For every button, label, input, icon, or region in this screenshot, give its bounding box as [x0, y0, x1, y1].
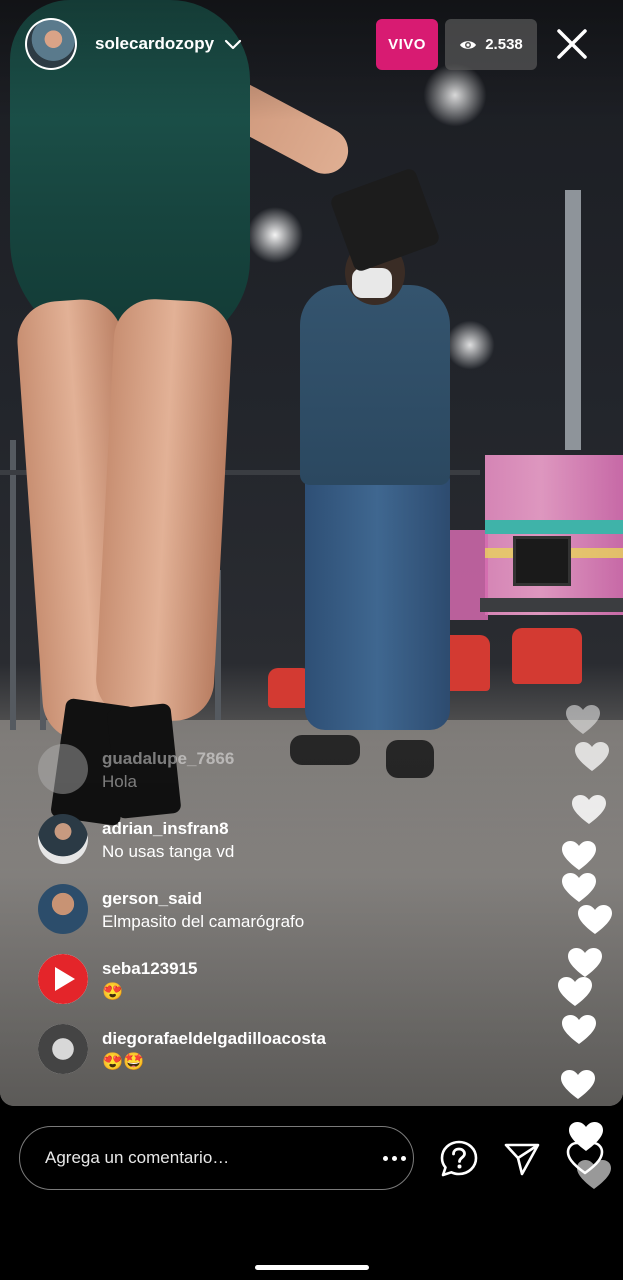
- viewer-count-badge[interactable]: 2.538: [445, 19, 537, 70]
- cameraman-jeans: [305, 470, 450, 730]
- comment-input[interactable]: Agrega un comentario…: [19, 1126, 414, 1190]
- set-wall: [485, 455, 623, 615]
- comment-username[interactable]: diegorafaeldelgadilloacosta: [102, 1028, 326, 1050]
- set-stripe: [485, 520, 623, 534]
- live-badge: VIVO: [376, 19, 438, 70]
- leg: [94, 297, 234, 723]
- cameraman-shirt: [300, 285, 450, 485]
- question-icon[interactable]: [439, 1139, 479, 1179]
- studio-monitor: [513, 536, 571, 586]
- floating-heart-icon: [575, 742, 609, 771]
- comment-item[interactable]: seba123915 😍: [38, 954, 508, 1024]
- floating-heart-icon: [562, 1015, 596, 1044]
- floating-heart-icon: [566, 705, 600, 734]
- floating-heart-icon: [572, 795, 606, 824]
- home-indicator[interactable]: [255, 1265, 369, 1270]
- floating-heart-icon: [562, 873, 596, 902]
- comment-item[interactable]: diegorafaeldelgadilloacosta 😍🤩: [38, 1024, 508, 1094]
- broadcaster-username[interactable]: solecardozopy: [95, 34, 214, 54]
- comment-text: 😍🤩: [102, 1052, 145, 1071]
- heart-icon[interactable]: [565, 1139, 605, 1179]
- comment-username[interactable]: guadalupe_7866: [102, 748, 234, 770]
- comment-text: Elmpasito del camarógrafo: [102, 912, 305, 931]
- commenter-avatar[interactable]: [38, 1024, 88, 1074]
- live-comments-list: guadalupe_7866 Hola adrian_insfran8 No u…: [38, 744, 508, 1094]
- floating-heart-icon: [568, 948, 602, 977]
- floating-heart-icon: [561, 1070, 595, 1099]
- video-camera: [329, 167, 441, 273]
- comment-username[interactable]: adrian_insfran8: [102, 818, 234, 840]
- eye-icon: [460, 40, 477, 49]
- more-options-icon[interactable]: [377, 1145, 411, 1171]
- play-icon: [55, 967, 75, 991]
- comment-text: Hola: [102, 772, 137, 791]
- commenter-avatar[interactable]: [38, 954, 88, 1004]
- floating-heart-icon: [562, 841, 596, 870]
- commenter-avatar[interactable]: [38, 884, 88, 934]
- comment-placeholder: Agrega un comentario…: [45, 1148, 230, 1167]
- comment-text: No usas tanga vd: [102, 842, 235, 861]
- commenter-avatar[interactable]: [38, 814, 88, 864]
- send-icon[interactable]: [502, 1139, 542, 1179]
- floating-heart-icon: [578, 905, 612, 934]
- close-icon[interactable]: [552, 24, 592, 64]
- studio-desk: [480, 598, 623, 612]
- comment-username[interactable]: gerson_said: [102, 888, 304, 910]
- red-chair: [512, 628, 582, 684]
- profile-avatar[interactable]: [25, 18, 77, 70]
- comment-text: 😍: [102, 982, 124, 1001]
- comment-item[interactable]: guadalupe_7866 Hola: [38, 744, 508, 814]
- light-rig: [10, 440, 16, 730]
- cameraman-mask: [352, 268, 392, 298]
- comment-item[interactable]: adrian_insfran8 No usas tanga vd: [38, 814, 508, 884]
- comment-item[interactable]: gerson_said Elmpasito del camarógrafo: [38, 884, 508, 954]
- chevron-down-icon[interactable]: [223, 34, 243, 54]
- commenter-avatar[interactable]: [38, 744, 88, 794]
- light-pole: [565, 190, 581, 450]
- comment-username[interactable]: seba123915: [102, 958, 197, 980]
- floating-heart-icon: [558, 977, 592, 1006]
- viewer-count: 2.538: [485, 36, 523, 53]
